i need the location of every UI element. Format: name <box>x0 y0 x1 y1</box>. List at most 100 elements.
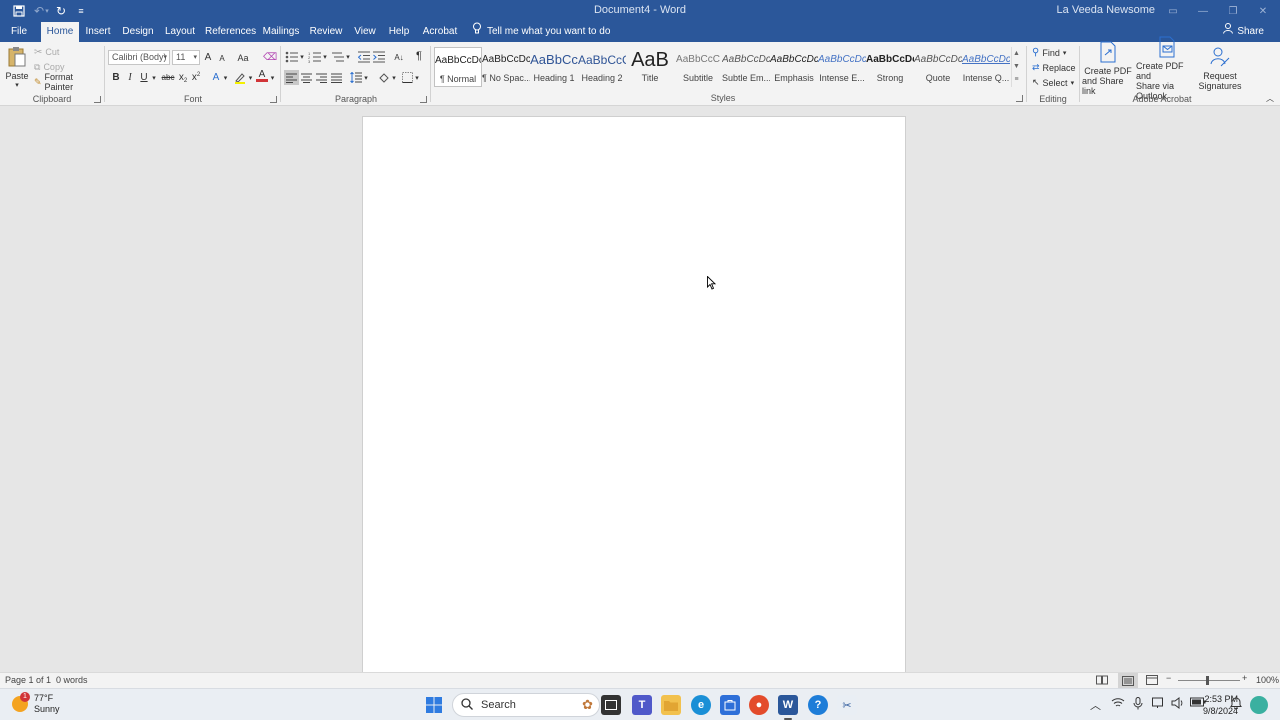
strikethrough-button[interactable]: abc <box>160 70 176 85</box>
text-effects-button[interactable]: A <box>210 70 222 85</box>
task-view-icon[interactable] <box>601 695 621 715</box>
notifications-icon[interactable] <box>1230 697 1242 712</box>
paste-dropdown-icon[interactable]: ▾ <box>15 81 19 89</box>
style-intense-emphasis[interactable]: AaBbCcDc Intense E... <box>818 47 866 87</box>
read-mode-icon[interactable] <box>1096 675 1108 687</box>
chevron-up-icon[interactable]: ▲ <box>1012 47 1021 60</box>
chevron-down-icon[interactable]: ▾ <box>193 51 197 64</box>
tab-references[interactable]: References <box>205 22 256 42</box>
copilot-icon[interactable] <box>1250 696 1268 714</box>
minimize-icon[interactable]: — <box>1188 2 1218 20</box>
tab-insert[interactable]: Insert <box>82 22 114 42</box>
align-right-icon[interactable] <box>314 70 329 85</box>
style-heading-1[interactable]: AaBbCc Heading 1 <box>530 47 578 87</box>
teams-icon[interactable]: T <box>632 695 652 715</box>
chevron-down-icon[interactable]: ▾ <box>414 70 420 85</box>
style-strong[interactable]: AaBbCcDc Strong <box>866 47 914 87</box>
tab-home[interactable]: Home <box>41 22 79 42</box>
chevron-down-icon[interactable]: ▾ <box>1063 49 1067 57</box>
chevron-up-icon[interactable]: ︿ <box>1090 697 1101 713</box>
tab-view[interactable]: View <box>351 22 379 42</box>
cut-button[interactable]: ✂ Cut <box>34 46 59 58</box>
decrease-indent-icon[interactable] <box>357 50 371 64</box>
style-title[interactable]: AaB Title <box>626 47 674 87</box>
italic-button[interactable]: I <box>123 70 137 85</box>
zoom-out-icon[interactable]: − <box>1166 673 1171 683</box>
tab-layout[interactable]: Layout <box>162 22 198 42</box>
superscript-button[interactable]: x2 <box>190 70 202 85</box>
ribbon-display-options-icon[interactable]: ▭ <box>1158 2 1188 20</box>
paste-button[interactable]: Paste ▾ <box>4 45 30 89</box>
word-count[interactable]: 0 words <box>56 675 88 685</box>
select-button[interactable]: ↖ Select ▾ <box>1032 76 1074 89</box>
chevron-down-icon[interactable]: ▾ <box>1071 79 1075 87</box>
style-normal[interactable]: AaBbCcDc ¶ Normal <box>434 47 482 87</box>
tab-design[interactable]: Design <box>120 22 156 42</box>
style-heading-2[interactable]: AaBbCcC Heading 2 <box>578 47 626 87</box>
grow-font-button[interactable]: A <box>202 50 214 65</box>
zoom-slider[interactable] <box>1178 680 1240 681</box>
borders-icon[interactable] <box>400 70 414 85</box>
align-center-icon[interactable] <box>299 70 314 85</box>
store-icon[interactable] <box>720 695 740 715</box>
share-button[interactable]: Share <box>1223 22 1264 42</box>
chrome-icon[interactable]: ● <box>749 695 769 715</box>
tab-mailings[interactable]: Mailings <box>261 22 301 42</box>
network-tray-icon[interactable] <box>1111 697 1125 712</box>
create-pdf-outlook-button[interactable]: Create PDF and Share via Outlook <box>1136 36 1198 101</box>
sort-icon[interactable]: A↓ <box>392 50 406 64</box>
shading-icon[interactable] <box>377 70 391 85</box>
tab-acrobat[interactable]: Acrobat <box>420 22 460 42</box>
zoom-in-icon[interactable]: + <box>1242 673 1247 683</box>
numbering-icon[interactable]: 123 <box>307 50 323 64</box>
restore-icon[interactable]: ❐ <box>1218 2 1248 20</box>
chevron-down-icon[interactable]: ▾ <box>322 50 328 64</box>
user-name[interactable]: La Veeda Newsome <box>1057 4 1155 16</box>
microphone-icon[interactable] <box>1133 697 1143 713</box>
bold-button[interactable]: B <box>109 70 123 85</box>
font-name-box[interactable]: Calibri (Body) ▾ <box>108 50 170 65</box>
style-no-spacing[interactable]: AaBbCcDc ¶ No Spac... <box>482 47 530 87</box>
edge-icon[interactable]: e <box>691 695 711 715</box>
tab-help[interactable]: Help <box>386 22 412 42</box>
font-launcher-icon[interactable] <box>270 96 277 103</box>
underline-button[interactable]: U <box>137 70 151 85</box>
chevron-down-icon[interactable]: ▼ <box>1012 60 1021 73</box>
document-page[interactable] <box>362 116 906 676</box>
style-emphasis[interactable]: AaBbCcDc Emphasis <box>770 47 818 87</box>
windows-start-icon[interactable] <box>424 695 444 715</box>
taskbar-search[interactable]: Search ✿ <box>452 693 600 717</box>
underline-dropdown-icon[interactable]: ▾ <box>150 70 158 85</box>
help-app-icon[interactable]: ? <box>808 695 828 715</box>
file-explorer-icon[interactable] <box>661 695 681 715</box>
close-icon[interactable]: ✕ <box>1248 2 1278 20</box>
chevron-down-icon[interactable]: ▾ <box>163 51 167 64</box>
web-layout-icon[interactable] <box>1146 675 1158 687</box>
bullets-icon[interactable] <box>284 50 300 64</box>
weather-widget[interactable]: 1 77°F Sunny <box>12 692 60 715</box>
tell-me-search[interactable]: Tell me what you want to do <box>472 22 610 42</box>
shrink-font-button[interactable]: A <box>216 51 228 66</box>
chevron-down-icon[interactable]: ▾ <box>222 70 229 85</box>
chevron-down-icon[interactable]: ▾ <box>269 70 276 85</box>
clipboard-launcher-icon[interactable] <box>94 96 101 103</box>
chevron-down-icon[interactable]: ▾ <box>363 70 369 85</box>
clear-formatting-icon[interactable]: ⌫ <box>263 50 277 65</box>
tab-file[interactable]: File <box>4 22 34 42</box>
multilevel-list-icon[interactable] <box>330 50 346 64</box>
chevron-down-icon[interactable]: ▾ <box>391 70 397 85</box>
create-pdf-share-link-button[interactable]: Create PDF and Share link <box>1082 41 1134 96</box>
snipping-tool-icon[interactable]: ✂ <box>837 695 857 715</box>
align-left-icon[interactable] <box>284 70 299 85</box>
find-button[interactable]: ⚲ Find ▾ <box>1032 46 1066 59</box>
style-quote[interactable]: AaBbCcDc Quote <box>914 47 962 87</box>
network-icon[interactable] <box>1152 697 1166 712</box>
zoom-slider-thumb[interactable] <box>1206 676 1209 685</box>
chevron-down-icon[interactable]: ▾ <box>247 70 254 85</box>
volume-icon[interactable] <box>1171 697 1185 712</box>
tab-review[interactable]: Review <box>309 22 343 42</box>
collapse-ribbon-icon[interactable]: ︿ <box>1264 92 1276 104</box>
word-icon[interactable]: W <box>778 695 798 715</box>
subscript-button[interactable]: x2 <box>177 70 189 85</box>
increase-indent-icon[interactable] <box>372 50 386 64</box>
